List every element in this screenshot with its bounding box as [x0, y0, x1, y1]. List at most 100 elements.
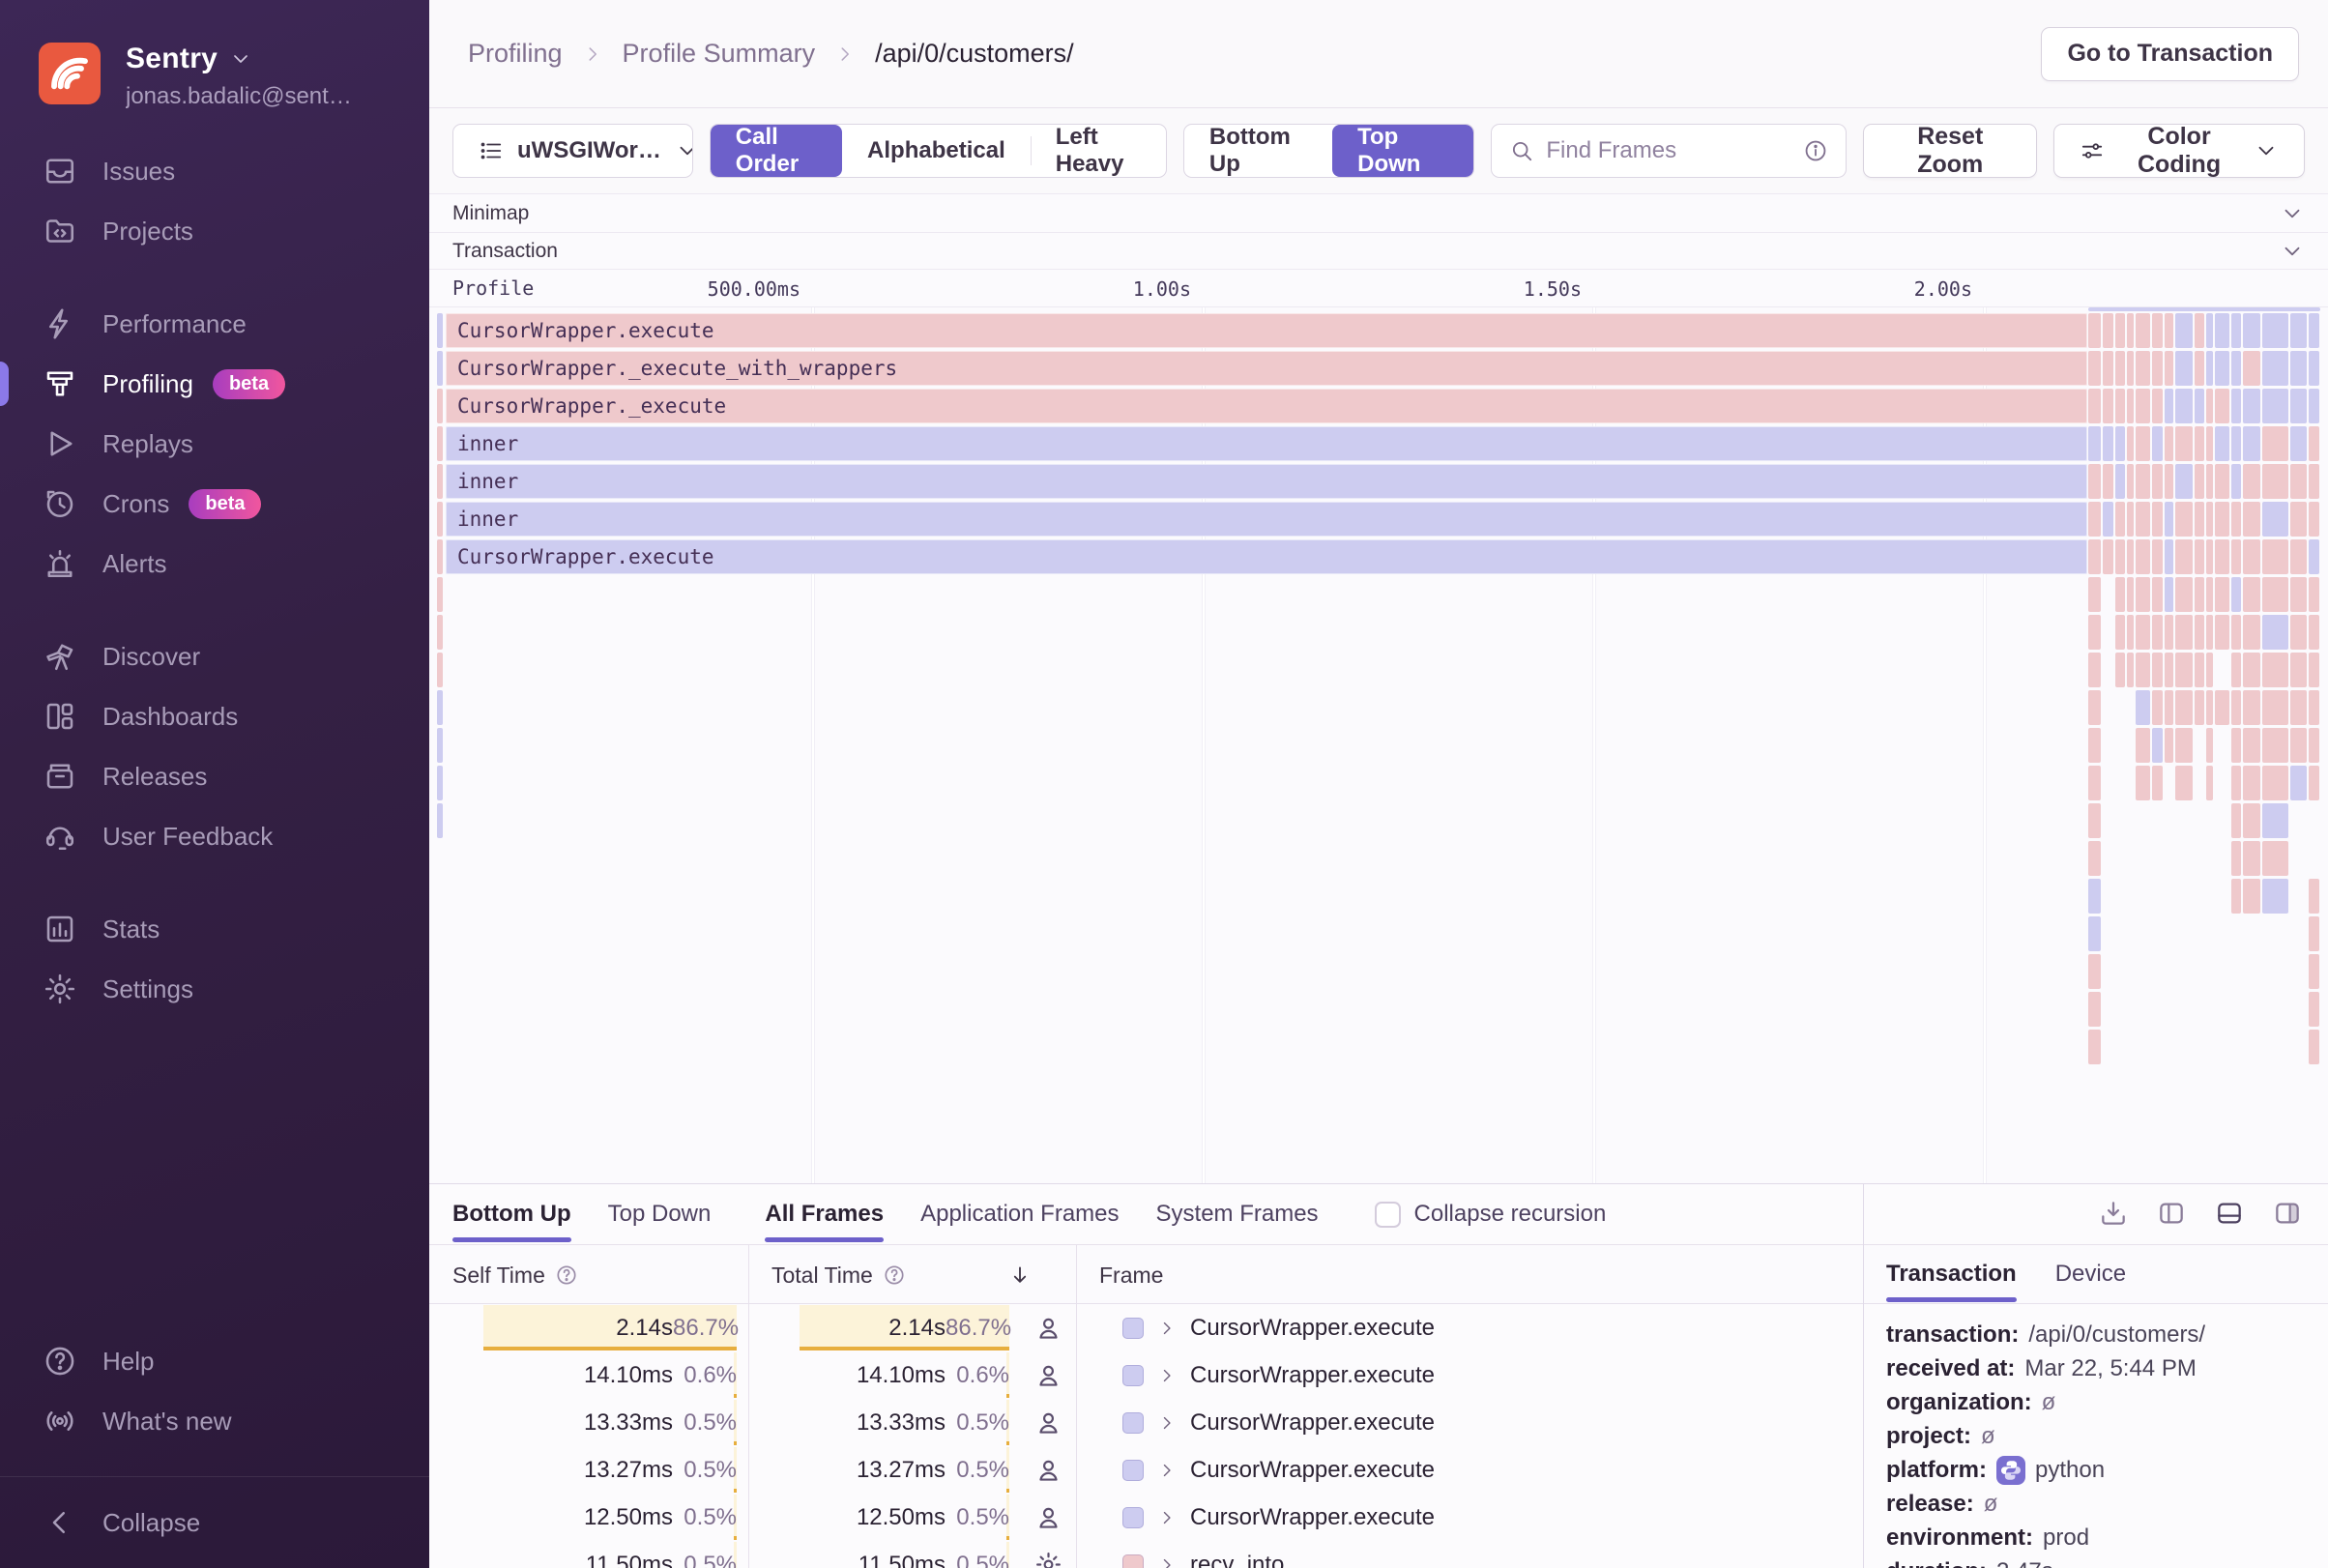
flame-frame-small[interactable] — [2215, 502, 2229, 537]
flame-frame-small[interactable] — [2152, 653, 2163, 687]
flame-frame-small[interactable] — [2309, 615, 2319, 650]
table-row[interactable]: 14.10ms 0.6% 14.10ms 0.6% CursorWrapper.exec… — [429, 1351, 1863, 1399]
flame-frame-small[interactable] — [2309, 728, 2319, 763]
flame-frame-small[interactable] — [2206, 577, 2213, 612]
flame-frame-small[interactable] — [2243, 841, 2260, 876]
flame-frame-small[interactable] — [2175, 464, 2193, 499]
flame-frame-small[interactable] — [2243, 615, 2260, 650]
flame-frame-small[interactable] — [2088, 389, 2101, 423]
breadcrumb-item[interactable]: Profile Summary — [623, 39, 816, 69]
flame-frame[interactable]: CursorWrapper.execute — [446, 539, 2087, 574]
flame-frame-small[interactable] — [2127, 502, 2134, 537]
flame-frame-small[interactable] — [2309, 464, 2319, 499]
flame-frame-small[interactable] — [2088, 803, 2101, 838]
flame-frame-small[interactable] — [2165, 539, 2173, 574]
flame-frame-small[interactable] — [2290, 426, 2307, 461]
flame-frame-small[interactable] — [2231, 464, 2241, 499]
flame-frame-small[interactable] — [2195, 313, 2204, 348]
tab-bottom-up[interactable]: Bottom Up — [452, 1184, 571, 1244]
flame-frame-small[interactable] — [2290, 389, 2307, 423]
flame-frame-small[interactable] — [2136, 577, 2150, 612]
flame-frame-small[interactable] — [2290, 653, 2307, 687]
table-row[interactable]: 13.27ms 0.5% 13.27ms 0.5% CursorWrapper.exec… — [429, 1446, 1863, 1494]
flame-frame-small[interactable] — [2290, 464, 2307, 499]
flame-frame-small[interactable] — [2127, 464, 2134, 499]
flame-frame-small[interactable] — [2103, 426, 2113, 461]
flame-frame-small[interactable] — [2309, 766, 2319, 800]
flame-frame-small[interactable] — [2206, 502, 2213, 537]
flame-frame-small[interactable] — [2152, 615, 2163, 650]
chevron-right-icon[interactable] — [1157, 1461, 1177, 1480]
flame-frame-small[interactable] — [2309, 653, 2319, 687]
flame-frame-small[interactable] — [2262, 389, 2288, 423]
flame-frame-small[interactable] — [2231, 766, 2241, 800]
sidebar-item-dashboards[interactable]: Dashboards — [0, 686, 429, 746]
flame-frame-small[interactable] — [2175, 690, 2193, 725]
flame-frame-small[interactable] — [2206, 426, 2213, 461]
flame-frame-small[interactable] — [2262, 766, 2288, 800]
flame-frame-small[interactable] — [2206, 464, 2213, 499]
flame-frame-small[interactable] — [2088, 653, 2101, 687]
user-icon[interactable] — [1033, 1455, 1063, 1485]
flame-frame-small[interactable] — [2195, 690, 2204, 725]
flame-frame-small[interactable] — [2195, 351, 2204, 386]
flame-frame-small[interactable] — [2175, 728, 2193, 763]
flame-frame-small[interactable] — [2088, 879, 2101, 914]
flame-frame-small[interactable] — [2215, 539, 2229, 574]
flame-frame-small[interactable] — [2127, 577, 2134, 612]
flame-frame-small[interactable] — [2231, 539, 2241, 574]
flame-frame-small[interactable] — [2309, 879, 2319, 914]
question-icon[interactable] — [555, 1263, 578, 1287]
flame-frame-small[interactable] — [2115, 653, 2125, 687]
details-tab-device[interactable]: Device — [2055, 1244, 2126, 1304]
flame-frame-small[interactable] — [2165, 313, 2173, 348]
flame-frame-small[interactable] — [2088, 992, 2101, 1027]
flame-frame-small[interactable] — [2262, 653, 2288, 687]
flame-frame-small[interactable] — [2231, 351, 2241, 386]
flame-frame-small[interactable] — [2243, 653, 2260, 687]
flame-frame-small[interactable] — [2243, 539, 2260, 574]
search-input[interactable] — [1546, 137, 1804, 164]
flame-frame-small[interactable] — [2309, 539, 2319, 574]
minimap-row[interactable]: Minimap — [429, 193, 2328, 232]
flame-frame-small[interactable] — [2165, 351, 2173, 386]
flame-frame-small[interactable] — [2175, 653, 2193, 687]
flame-frame-small[interactable] — [2243, 879, 2260, 914]
flame-frame-small[interactable] — [2206, 690, 2213, 725]
flame-frame-small[interactable] — [2215, 464, 2229, 499]
breadcrumb-item[interactable]: /api/0/customers/ — [875, 39, 1074, 69]
flame-frame-small[interactable] — [2127, 351, 2134, 386]
flame-frame-small[interactable] — [2127, 313, 2134, 348]
flame-frame-small[interactable] — [2243, 766, 2260, 800]
collapse-recursion-toggle[interactable]: Collapse recursion — [1374, 1201, 1606, 1228]
flame-frame-clipped[interactable] — [437, 728, 443, 763]
sidebar-item-help[interactable]: Help — [0, 1331, 429, 1391]
flame-frame-small[interactable] — [2290, 615, 2307, 650]
chevron-right-icon[interactable] — [1157, 1508, 1177, 1527]
sidebar-item-issues[interactable]: Issues — [0, 141, 429, 201]
sidebar-item-stats[interactable]: Stats — [0, 899, 429, 959]
table-row[interactable]: 13.33ms 0.5% 13.33ms 0.5% CursorWrapper.exec… — [429, 1399, 1863, 1446]
info-icon[interactable] — [1803, 138, 1828, 163]
checkbox[interactable] — [1374, 1201, 1401, 1228]
flame-frame-small[interactable] — [2152, 464, 2163, 499]
flame-frame-small[interactable] — [2088, 426, 2101, 461]
column-header-total-time[interactable]: Total Time — [771, 1245, 906, 1305]
flame-frame-small[interactable] — [2195, 502, 2204, 537]
flame-frame-small[interactable] — [2231, 389, 2241, 423]
column-header-frame[interactable]: Frame — [1099, 1245, 1163, 1305]
flame-frame[interactable]: CursorWrapper._execute_with_wrappers — [446, 351, 2087, 386]
sidebar-item-profiling[interactable]: Profiling beta — [0, 354, 429, 414]
table-row[interactable]: 11.50ms 0.5% 11.50ms 0.5% recv_into — [429, 1541, 1863, 1568]
flame-frame-small[interactable] — [2231, 728, 2241, 763]
flame-frame-small[interactable] — [2195, 615, 2204, 650]
flame-frame-small[interactable] — [2262, 351, 2288, 386]
flame-frame-small[interactable] — [2206, 615, 2213, 650]
sidebar-item-crons[interactable]: Crons beta — [0, 474, 429, 534]
go-to-transaction-button[interactable]: Go to Transaction — [2041, 26, 2299, 81]
tab-system-frames[interactable]: System Frames — [1156, 1184, 1319, 1244]
flame-frame-small[interactable] — [2309, 426, 2319, 461]
flame-frame-small[interactable] — [2103, 313, 2113, 348]
flame-frame-clipped[interactable] — [437, 426, 443, 461]
flame-frame-small[interactable] — [2262, 728, 2288, 763]
